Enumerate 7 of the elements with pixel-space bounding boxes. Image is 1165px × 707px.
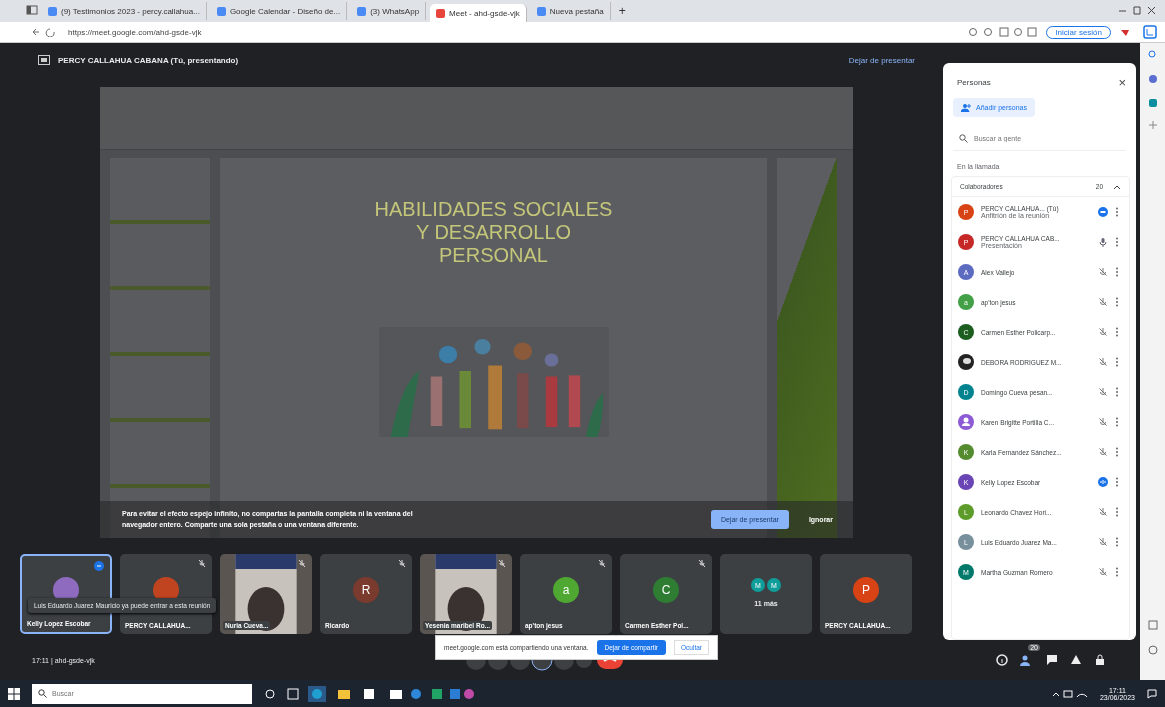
presenter-label: PERCY CALLAHUA CABANA (Tú, presentando) (58, 55, 239, 65)
avatar: C (653, 577, 679, 603)
avatar: R (353, 577, 379, 603)
panel-title: Personas (957, 78, 991, 87)
avatar: a (553, 577, 579, 603)
avatar: P (853, 577, 879, 603)
slide-title: HABILIDADES SOCIALES Y DESARROLLO PERSONAL (373, 198, 614, 267)
